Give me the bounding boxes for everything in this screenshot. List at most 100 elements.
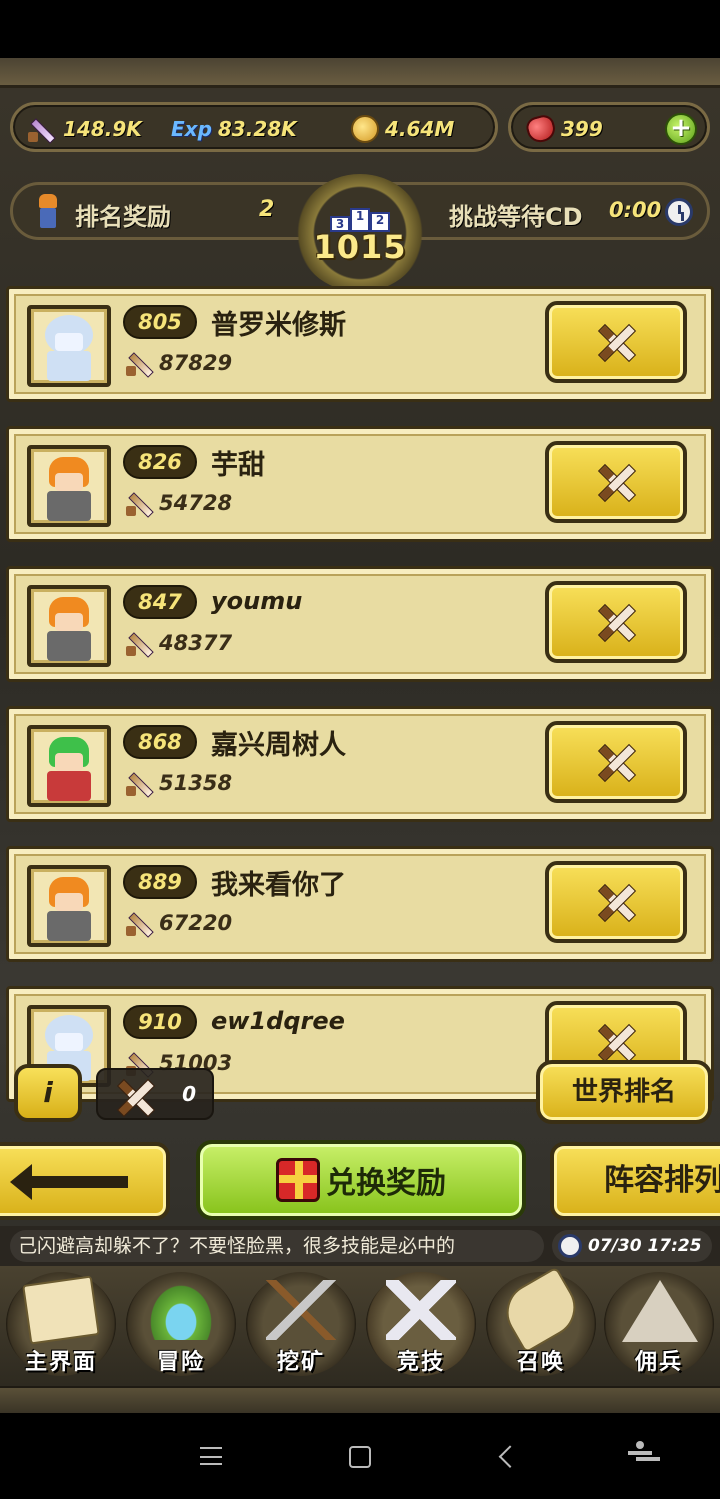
sword-icon <box>123 489 155 517</box>
opponent-row: 826 芋甜 54728 <box>6 426 714 542</box>
opponent-row: 847 youmu 48377 <box>6 566 714 682</box>
crossed-swords-icon <box>593 1019 639 1065</box>
arrow-left-icon <box>10 1164 128 1200</box>
opponent-name: youmu <box>211 587 303 615</box>
opponent-power: 51358 <box>123 769 232 797</box>
clock-icon <box>665 198 693 226</box>
world-ranking-button[interactable]: 世界排名 <box>536 1060 712 1124</box>
challenge-button[interactable] <box>545 861 687 943</box>
crossed-swords-icon <box>112 1074 158 1120</box>
fight-count: 0 <box>182 1082 196 1106</box>
rank-reward-count: 2 <box>259 197 275 222</box>
ticker-bar: 己闪避高却躲不了？不要怪脸黑，很多技能是必中的 07/30 17:25 <box>0 1226 720 1266</box>
opponent-rank: 868 <box>123 725 197 759</box>
challenge-button[interactable] <box>545 581 687 663</box>
fight-count-box: 0 <box>96 1068 214 1120</box>
opponent-avatar[interactable] <box>27 445 111 527</box>
opponent-row: 889 我来看你了 67220 <box>6 846 714 962</box>
gift-icon <box>276 1158 320 1202</box>
opponent-avatar[interactable] <box>27 865 111 947</box>
crossed-swords-icon <box>593 599 639 645</box>
back-icon[interactable] <box>498 1445 522 1468</box>
opponent-power: 48377 <box>123 629 232 657</box>
top-band <box>0 58 720 88</box>
gold-resource: 4.64M <box>351 115 454 143</box>
island-icon <box>146 1280 216 1340</box>
home-icon[interactable] <box>349 1446 371 1468</box>
exp-value: 83.28K <box>217 117 297 141</box>
clock-display: 07/30 17:25 <box>552 1230 712 1262</box>
crossed-swords-icon <box>593 739 639 785</box>
crossed-swords-icon <box>593 319 639 365</box>
nav-summon[interactable]: 召唤 <box>482 1266 600 1382</box>
opponent-rank: 847 <box>123 585 197 619</box>
gem-resource: 399 <box>524 112 603 146</box>
coin-icon <box>351 115 379 143</box>
status-bar <box>0 0 720 58</box>
info-button[interactable]: i <box>14 1064 82 1122</box>
opponent-row: 805 普罗米修斯 87829 <box>6 286 714 402</box>
sword-icon <box>123 909 155 937</box>
system-nav-bar <box>0 1413 720 1499</box>
opponent-name: 普罗米修斯 <box>211 310 346 341</box>
bottom-strip <box>0 1386 720 1413</box>
exp-icon: Exp <box>171 117 212 141</box>
challenge-cd-time: 0:00 <box>609 198 662 222</box>
crossed-swords-icon <box>386 1280 456 1340</box>
opponent-rank: 805 <box>123 305 197 339</box>
challenge-cd-label: 挑战等待CD <box>449 203 583 231</box>
opponent-name: ew1dqree <box>211 1007 345 1035</box>
opponent-power: 54728 <box>123 489 232 517</box>
sword-icon <box>123 629 155 657</box>
gem-icon <box>524 112 558 146</box>
bottom-nav: 主界面 冒险 挖矿 竞技 召唤 佣兵 <box>0 1266 720 1386</box>
crossed-swords-icon <box>593 879 639 925</box>
pickaxe-icon <box>266 1280 336 1340</box>
opponent-list[interactable]: 805 普罗米修斯 87829 826 芋甜 54728 847 youmu 4… <box>0 286 720 1140</box>
add-gems-button[interactable]: + <box>665 113 697 145</box>
opponent-rank: 826 <box>123 445 197 479</box>
tent-icon <box>622 1280 698 1342</box>
challenge-button[interactable] <box>545 721 687 803</box>
opponent-power: 87829 <box>123 349 232 377</box>
challenge-button[interactable] <box>545 301 687 383</box>
opponent-name: 芋甜 <box>211 450 265 481</box>
opponent-row: 868 嘉兴周树人 51358 <box>6 706 714 822</box>
opponent-avatar[interactable] <box>27 585 111 667</box>
opponent-rank: 910 <box>123 1005 197 1039</box>
opponent-avatar[interactable] <box>27 725 111 807</box>
map-scroll-icon <box>22 1275 100 1345</box>
opponent-name: 嘉兴周树人 <box>211 730 346 761</box>
opponent-name: 我来看你了 <box>211 870 346 901</box>
nav-mercenary[interactable]: 佣兵 <box>600 1270 718 1382</box>
datetime: 07/30 17:25 <box>588 1236 702 1256</box>
opponent-rank: 889 <box>123 865 197 899</box>
nav-arena[interactable]: 竞技 <box>362 1270 480 1382</box>
exchange-rewards-button[interactable]: 兑换奖励 <box>196 1140 526 1220</box>
lineup-button[interactable]: 阵容排列 <box>550 1142 720 1220</box>
sword-icon <box>123 769 155 797</box>
attack-value: 148.9K <box>63 117 142 141</box>
gold-value: 4.64M <box>385 117 455 141</box>
nav-mining[interactable]: 挖矿 <box>242 1270 360 1382</box>
opponent-avatar[interactable] <box>27 305 111 387</box>
opponent-power: 67220 <box>123 909 232 937</box>
gem-bar: 399 + <box>508 102 710 152</box>
nav-main[interactable]: 主界面 <box>2 1270 120 1382</box>
gem-value: 399 <box>561 117 603 141</box>
attack-resource: 148.9K <box>25 115 142 143</box>
accessibility-icon[interactable] <box>628 1441 652 1469</box>
hero-icon <box>35 194 61 228</box>
menu-icon[interactable] <box>200 1447 222 1465</box>
crossed-swords-icon <box>593 459 639 505</box>
exchange-rewards-label: 兑换奖励 <box>326 1166 446 1201</box>
clock-icon <box>558 1234 582 1258</box>
rank-badge: 3 1 2 1015 <box>288 172 432 294</box>
sword-icon <box>25 115 57 143</box>
resource-bar: 148.9K Exp 83.28K 4.64M <box>10 102 498 152</box>
challenge-button[interactable] <box>545 441 687 523</box>
back-button[interactable] <box>0 1142 170 1220</box>
nav-adventure[interactable]: 冒险 <box>122 1270 240 1382</box>
rank-reward-label[interactable]: 排名奖励 <box>75 197 171 232</box>
exp-resource: Exp 83.28K <box>171 115 297 143</box>
